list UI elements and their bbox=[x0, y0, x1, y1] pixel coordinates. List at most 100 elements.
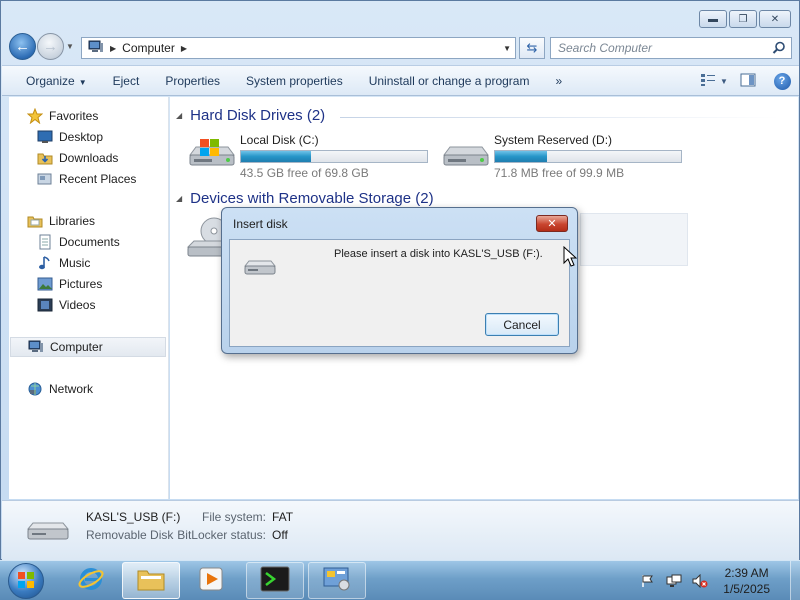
forward-button[interactable]: → bbox=[37, 33, 64, 60]
system-properties-button[interactable]: System properties bbox=[233, 74, 356, 88]
properties-button[interactable]: Properties bbox=[152, 74, 233, 88]
music-note-icon bbox=[37, 255, 53, 271]
dialog-close-button[interactable]: ✕ bbox=[536, 215, 568, 232]
sidebar-item-network[interactable]: Network bbox=[27, 379, 93, 399]
drive-free-space: 43.5 GB free of 69.8 GB bbox=[240, 166, 369, 180]
downloads-folder-icon bbox=[37, 150, 53, 166]
sidebar-item-label: Pictures bbox=[59, 277, 103, 291]
search-placeholder: Search Computer bbox=[558, 41, 653, 55]
group-header-label: Devices with Removable Storage (2) bbox=[190, 190, 434, 207]
sidebar-item-videos[interactable]: Videos bbox=[37, 295, 95, 315]
file-system-value: FAT bbox=[272, 510, 294, 524]
show-desktop-button[interactable] bbox=[790, 561, 800, 600]
group-header-hard-disks[interactable]: ◢ Hard Disk Drives (2) bbox=[176, 107, 325, 124]
taskbar-internet-explorer[interactable] bbox=[62, 562, 120, 599]
dialog-message: Please insert a disk into KASL'S_USB (F:… bbox=[334, 248, 543, 260]
search-input[interactable]: Search Computer bbox=[550, 37, 792, 59]
videos-icon bbox=[37, 297, 53, 313]
eject-button[interactable]: Eject bbox=[100, 74, 153, 88]
start-button[interactable] bbox=[8, 563, 44, 599]
back-button[interactable]: ← bbox=[9, 33, 36, 60]
sidebar-item-label: Favorites bbox=[49, 109, 99, 123]
details-pane: KASL'S_USB (F:) Removable Disk File syst… bbox=[2, 500, 799, 560]
drive-tile-d[interactable]: System Reserved (D:) 71.8 MB free of 99.… bbox=[440, 133, 682, 180]
chevron-down-icon: ▼ bbox=[78, 77, 87, 87]
drive-tile-c[interactable]: Local Disk (C:) 43.5 GB free of 69.8 GB bbox=[186, 133, 428, 180]
sidebar-item-pictures[interactable]: Pictures bbox=[37, 274, 102, 294]
taskbar-clock[interactable]: 2:39 AM 1/5/2025 bbox=[723, 565, 770, 597]
refresh-icon: ⇆ bbox=[526, 40, 538, 55]
breadcrumb-computer[interactable]: Computer bbox=[122, 41, 175, 55]
capacity-bar-fill bbox=[241, 151, 312, 162]
group-header-label: Hard Disk Drives (2) bbox=[190, 107, 326, 124]
windows-drive-icon bbox=[186, 133, 238, 173]
media-player-icon bbox=[197, 565, 225, 596]
bitlocker-value: Off bbox=[272, 528, 288, 542]
taskbar-windows-explorer[interactable] bbox=[122, 562, 180, 599]
sidebar-item-label: Downloads bbox=[59, 151, 119, 165]
control-panel-icon bbox=[322, 566, 352, 595]
dialog-title: Insert disk bbox=[233, 217, 288, 231]
organize-label: Organize bbox=[26, 73, 75, 88]
sidebar-item-label: Desktop bbox=[59, 130, 104, 144]
drive-free-space: 71.8 MB free of 99.9 MB bbox=[494, 166, 625, 180]
network-status-icon[interactable] bbox=[665, 572, 683, 590]
sidebar-item-downloads[interactable]: Downloads bbox=[37, 148, 118, 168]
taskbar-media-player[interactable] bbox=[182, 562, 240, 599]
uninstall-program-button[interactable]: Uninstall or change a program bbox=[356, 74, 543, 88]
address-dropdown-icon[interactable]: ▼ bbox=[503, 44, 511, 53]
breadcrumb-arrow-icon[interactable]: ▶ bbox=[110, 44, 116, 53]
sidebar-item-computer[interactable]: Computer bbox=[10, 337, 166, 357]
view-list-icon bbox=[700, 73, 716, 90]
help-button[interactable]: ? bbox=[771, 70, 793, 92]
close-button[interactable]: ✕ bbox=[759, 10, 791, 28]
drive-name: System Reserved (D:) bbox=[494, 133, 613, 147]
minimize-button[interactable]: ▬ bbox=[699, 10, 727, 28]
cancel-button[interactable]: Cancel bbox=[485, 313, 559, 336]
libraries-icon bbox=[27, 213, 43, 229]
collapse-triangle-icon[interactable]: ◢ bbox=[176, 194, 182, 203]
hard-drive-icon bbox=[440, 133, 492, 173]
maximize-icon: ❐ bbox=[738, 13, 748, 25]
file-system-label: File system: bbox=[201, 510, 266, 524]
refresh-button[interactable]: ⇆ bbox=[519, 37, 545, 59]
volume-muted-icon[interactable] bbox=[691, 572, 709, 590]
computer-icon bbox=[88, 40, 104, 57]
taskbar-control-panel[interactable] bbox=[308, 562, 366, 599]
removable-drive-tile-selected[interactable] bbox=[580, 213, 688, 266]
sidebar-item-label: Videos bbox=[59, 298, 96, 312]
recent-pages-dropdown[interactable]: ▼ bbox=[66, 42, 78, 51]
bitlocker-label: BitLocker status: bbox=[177, 528, 266, 542]
taskbar: 2:39 AM 1/5/2025 bbox=[0, 560, 800, 600]
search-icon[interactable] bbox=[772, 41, 786, 58]
taskbar-terminal[interactable] bbox=[246, 562, 304, 599]
desktop-icon bbox=[37, 129, 53, 145]
capacity-bar-fill bbox=[495, 151, 548, 162]
group-header-removable[interactable]: ◢ Devices with Removable Storage (2) bbox=[176, 190, 434, 207]
system-tray: 2:39 AM 1/5/2025 bbox=[639, 561, 800, 600]
more-commands-button[interactable]: » bbox=[542, 74, 575, 88]
sidebar-item-libraries[interactable]: Libraries bbox=[27, 211, 95, 231]
star-icon bbox=[27, 108, 43, 124]
organize-menu[interactable]: Organize ▼ bbox=[2, 74, 100, 88]
sidebar-item-recent-places[interactable]: Recent Places bbox=[37, 169, 136, 189]
capacity-bar bbox=[494, 150, 682, 163]
maximize-button[interactable]: ❐ bbox=[729, 10, 757, 28]
preview-pane-button[interactable] bbox=[737, 70, 759, 92]
sidebar-item-desktop[interactable]: Desktop bbox=[37, 127, 103, 147]
drive-name: Local Disk (C:) bbox=[240, 133, 319, 147]
sidebar-item-music[interactable]: Music bbox=[37, 253, 90, 273]
sidebar-item-documents[interactable]: Documents bbox=[37, 232, 120, 252]
back-arrow-icon: ← bbox=[15, 38, 30, 55]
view-controls: ▼ ? bbox=[700, 70, 793, 92]
action-center-flag-icon[interactable] bbox=[639, 572, 657, 590]
breadcrumb-arrow-icon[interactable]: ▶ bbox=[181, 44, 187, 53]
command-bar: Organize ▼ Eject Properties System proper… bbox=[2, 65, 799, 96]
sidebar-item-favorites[interactable]: Favorites bbox=[27, 106, 98, 126]
clock-date: 1/5/2025 bbox=[723, 582, 770, 596]
change-view-button[interactable]: ▼ bbox=[700, 70, 728, 92]
folder-icon bbox=[136, 566, 166, 595]
collapse-triangle-icon[interactable]: ◢ bbox=[176, 111, 182, 120]
dialog-body: Please insert a disk into KASL'S_USB (F:… bbox=[229, 239, 570, 347]
address-bar[interactable]: ▶ Computer ▶ ▼ bbox=[81, 37, 516, 59]
